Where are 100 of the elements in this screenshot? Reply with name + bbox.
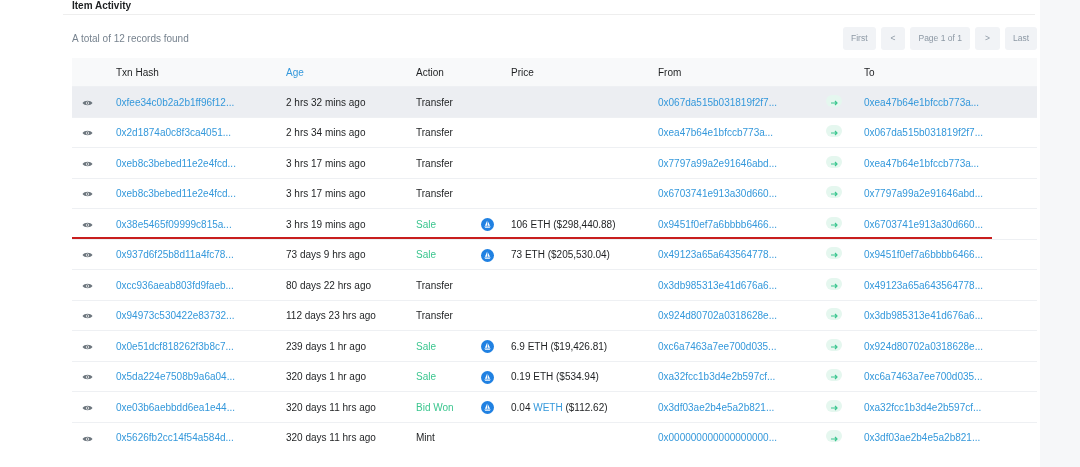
to-address-link[interactable]: 0xea47b64e1bfccb773a... bbox=[864, 96, 980, 108]
txn-hash-link[interactable]: 0x94973c530422e83732... bbox=[116, 310, 235, 321]
to-address-link[interactable]: 0x067da515b031819f2f7... bbox=[864, 127, 983, 138]
age-text: 320 days 11 hrs ago bbox=[286, 401, 376, 413]
txn-hash-link[interactable]: 0x937d6f25b8d11a4fc78... bbox=[116, 249, 234, 260]
arrow-icon bbox=[826, 308, 842, 320]
action-text: Transfer bbox=[416, 188, 453, 199]
eye-icon[interactable] bbox=[82, 251, 93, 260]
column-header: Txn Hash bbox=[116, 66, 159, 78]
to-address-link[interactable]: 0xea47b64e1bfccb773a... bbox=[864, 157, 980, 169]
eye-icon[interactable] bbox=[82, 373, 93, 382]
eye-icon[interactable] bbox=[82, 98, 93, 107]
from-address-link[interactable]: 0x000000000000000000... bbox=[658, 432, 777, 444]
eye-icon[interactable] bbox=[82, 220, 93, 229]
to-address-link[interactable]: 0x924d80702a0318628e... bbox=[864, 340, 983, 352]
txn-hash-link[interactable]: 0x5da224e7508b9a6a04... bbox=[116, 371, 235, 382]
arrow-icon bbox=[826, 186, 842, 198]
card-title: Item Activity bbox=[63, 0, 1035, 15]
arrow-icon bbox=[826, 369, 842, 381]
column-header-link[interactable]: Age bbox=[286, 66, 304, 78]
action-text: Bid Won bbox=[416, 401, 454, 413]
to-address-link[interactable]: 0x7797a99a2e91646abd... bbox=[864, 188, 983, 199]
eye-icon[interactable] bbox=[82, 342, 93, 351]
arrow-icon bbox=[826, 155, 842, 168]
age-text: 239 days 1 hr ago bbox=[286, 340, 367, 352]
txn-hash-link[interactable]: 0xcc936aeab803fd9faeb... bbox=[116, 279, 234, 291]
boat-logo-icon bbox=[481, 370, 494, 384]
page-button[interactable]: First bbox=[842, 27, 876, 50]
eye-icon[interactable] bbox=[82, 129, 93, 138]
from-address-link[interactable]: 0xc6a7463a7ee700d035... bbox=[658, 340, 777, 352]
from-address-link[interactable]: 0x49123a65a643564778... bbox=[658, 249, 777, 260]
action-text: Sale bbox=[416, 249, 436, 260]
from-address-link[interactable]: 0x9451f0ef7a6bbbb6466... bbox=[658, 218, 777, 230]
price-text: 73 ETH ($205,530.04) bbox=[511, 249, 610, 260]
price-text: 106 ETH ($298,440.88) bbox=[511, 218, 616, 230]
txn-hash-link[interactable]: 0x2d1874a0c8f3ca4051... bbox=[116, 127, 232, 138]
to-address-link[interactable]: 0x3df03ae2b4e5a2b821... bbox=[864, 432, 981, 444]
action-text: Transfer bbox=[416, 310, 453, 321]
token-link[interactable]: WETH bbox=[533, 401, 563, 413]
eye-icon[interactable] bbox=[82, 312, 93, 321]
txn-hash-link[interactable]: 0xeb8c3bebed11e2e4fcd... bbox=[116, 157, 236, 169]
age-text: 320 days 11 hrs ago bbox=[286, 432, 376, 444]
action-text: Transfer bbox=[416, 127, 453, 138]
age-text: 80 days 22 hrs ago bbox=[286, 279, 372, 291]
from-address-link[interactable]: 0x3df03ae2b4e5a2b821... bbox=[658, 401, 775, 413]
age-text: 3 hrs 17 mins ago bbox=[286, 157, 366, 169]
action-text: Sale bbox=[416, 218, 436, 230]
arrow-icon bbox=[826, 399, 842, 412]
age-text: 112 days 23 hrs ago bbox=[286, 310, 376, 321]
eye-icon[interactable] bbox=[82, 159, 93, 168]
arrow-icon bbox=[826, 430, 842, 443]
boat-logo-icon bbox=[481, 218, 494, 232]
to-address-link[interactable]: 0xa32fcc1b3d4e2b597cf... bbox=[864, 401, 982, 413]
eye-icon[interactable] bbox=[82, 190, 93, 199]
to-address-link[interactable]: 0xc6a7463a7ee700d035... bbox=[864, 371, 983, 382]
action-text: Sale bbox=[416, 340, 436, 352]
price-text: 0.04 WETH ($112.62) bbox=[511, 401, 608, 413]
eye-icon[interactable] bbox=[82, 281, 93, 290]
age-text: 320 days 1 hr ago bbox=[286, 371, 367, 382]
txn-hash-link[interactable]: 0x0e51dcf818262f3b8c7... bbox=[116, 340, 234, 352]
column-header: From bbox=[658, 66, 682, 78]
action-text: Transfer bbox=[416, 96, 453, 108]
boat-logo-icon bbox=[481, 248, 494, 262]
arrow-icon bbox=[826, 247, 842, 259]
action-text: Transfer bbox=[416, 279, 453, 291]
txn-hash-link[interactable]: 0xe03b6aebbdd6ea1e44... bbox=[116, 401, 235, 413]
txn-hash-link[interactable]: 0x5626fb2cc14f54a584d... bbox=[116, 432, 234, 444]
age-text: 3 hrs 17 mins ago bbox=[286, 188, 366, 199]
page-arrow-button[interactable]: < bbox=[880, 27, 906, 50]
to-address-link[interactable]: 0x9451f0ef7a6bbbb6466... bbox=[864, 249, 983, 260]
arrow-icon bbox=[826, 94, 842, 107]
page-arrow-button[interactable]: > bbox=[974, 27, 1000, 50]
eye-icon[interactable] bbox=[82, 403, 93, 412]
txn-hash-link[interactable]: 0xfee34c0b2a2b1ff96f12... bbox=[116, 96, 235, 108]
eye-icon[interactable] bbox=[82, 434, 93, 443]
boat-logo-icon bbox=[481, 340, 494, 354]
age-text: 3 hrs 19 mins ago bbox=[286, 218, 366, 230]
action-text: Sale bbox=[416, 371, 436, 382]
from-address-link[interactable]: 0x7797a99a2e91646abd... bbox=[658, 157, 777, 169]
from-address-link[interactable]: 0xa32fcc1b3d4e2b597cf... bbox=[658, 371, 776, 382]
page-button[interactable]: Page 1 of 1 bbox=[910, 27, 970, 50]
to-address-link[interactable]: 0x49123a65a643564778... bbox=[864, 279, 983, 291]
column-header: To bbox=[864, 66, 875, 78]
to-address-link[interactable]: 0x3db985313e41d676a6... bbox=[864, 310, 983, 321]
from-address-link[interactable]: 0x3db985313e41d676a6... bbox=[658, 279, 777, 291]
age-text: 73 days 9 hrs ago bbox=[286, 249, 366, 260]
txn-hash-link[interactable]: 0x38e5465f09999c815a... bbox=[116, 218, 232, 230]
from-address-link[interactable]: 0x067da515b031819f2f7... bbox=[658, 96, 777, 108]
from-address-link[interactable]: 0x924d80702a0318628e... bbox=[658, 310, 777, 321]
action-text: Transfer bbox=[416, 157, 453, 169]
from-address-link[interactable]: 0xea47b64e1bfccb773a... bbox=[658, 127, 774, 138]
page-button[interactable]: Last bbox=[1004, 27, 1037, 50]
column-header: Price bbox=[511, 66, 534, 78]
age-text: 2 hrs 32 mins ago bbox=[286, 96, 366, 108]
arrow-icon bbox=[826, 338, 842, 351]
from-address-link[interactable]: 0x6703741e913a30d660... bbox=[658, 188, 777, 199]
arrow-icon bbox=[826, 125, 842, 137]
to-address-link[interactable]: 0x6703741e913a30d660... bbox=[864, 218, 983, 230]
txn-hash-link[interactable]: 0xeb8c3bebed11e2e4fcd... bbox=[116, 188, 236, 199]
action-text: Mint bbox=[416, 432, 435, 444]
